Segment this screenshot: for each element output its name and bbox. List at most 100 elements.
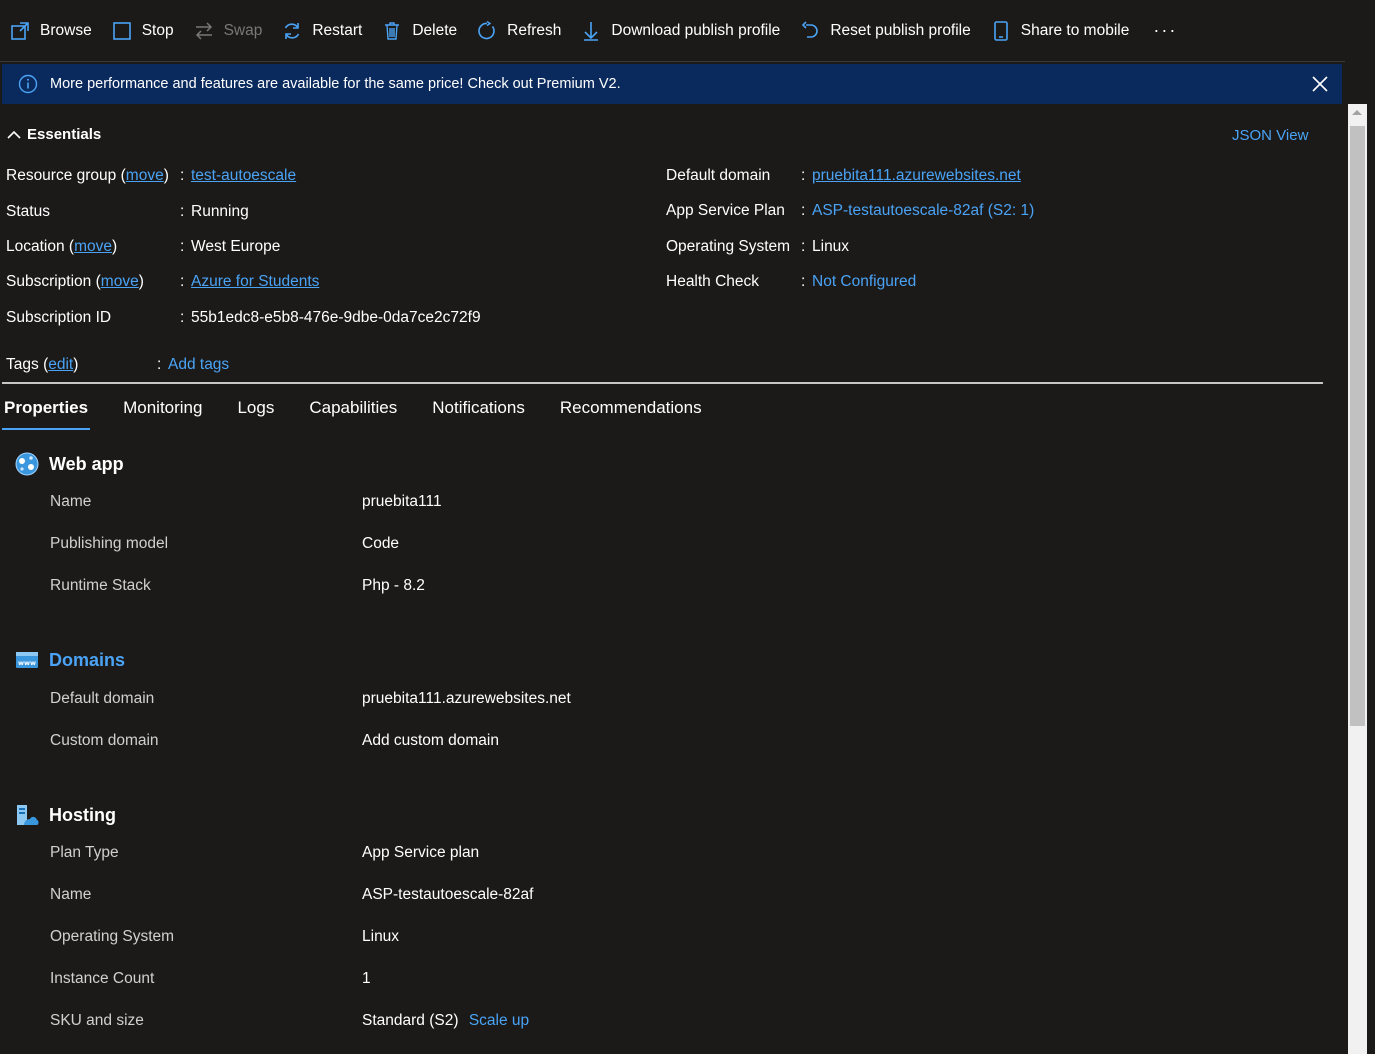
runtime-stack-label: Runtime Stack — [50, 577, 151, 594]
restart-button[interactable]: Restart — [282, 13, 362, 49]
health-check-label: Health Check — [666, 273, 760, 290]
tags-label-row: Tags (edit) — [6, 356, 78, 374]
custom-domain-label: Custom domain — [50, 732, 159, 749]
tab-logs[interactable]: Logs — [237, 398, 274, 430]
default-domain-prop-label: Default domain — [50, 690, 155, 707]
info-icon — [18, 74, 38, 94]
publishing-model-value: Code — [362, 535, 400, 552]
essentials-divider — [2, 382, 1323, 384]
trash-icon — [382, 21, 402, 41]
undo-icon — [800, 20, 820, 41]
runtime-stack-value: Php - 8.2 — [362, 577, 425, 594]
tab-properties[interactable]: Properties — [1, 398, 91, 430]
separator: : — [180, 309, 185, 326]
separator: : — [180, 167, 185, 184]
banner-message[interactable]: More performance and features are availa… — [50, 76, 621, 92]
chevron-up-icon — [6, 127, 22, 143]
default-domain-value[interactable]: pruebita111.azurewebsites.net — [812, 167, 1021, 185]
tags-edit-link[interactable]: edit — [48, 356, 73, 373]
app-service-plan-value[interactable]: ASP-testautoescale-82af (S2: 1) — [812, 202, 1034, 220]
tab-recommendations[interactable]: Recommendations — [560, 398, 702, 430]
more-options-button[interactable]: ··· — [1153, 20, 1177, 41]
tab-bar: Properties Monitoring Logs Capabilities … — [1, 398, 737, 430]
essentials-toggle[interactable]: Essentials — [6, 126, 101, 143]
location-label-row: Location (move) — [6, 238, 117, 256]
separator: : — [180, 273, 185, 290]
separator: : — [801, 202, 806, 219]
refresh-icon — [477, 20, 497, 41]
plan-name-link[interactable]: ASP-testautoescale-82af — [362, 886, 533, 904]
stop-button[interactable]: Stop — [112, 13, 174, 49]
restart-label: Restart — [312, 21, 363, 39]
webapp-section-header: Web app — [15, 452, 124, 476]
hosting-os-label: Operating System — [50, 928, 175, 945]
subscription-move-link[interactable]: move — [101, 273, 139, 290]
separator: : — [801, 167, 806, 184]
hosting-section-header: Hosting — [15, 803, 116, 827]
close-icon[interactable] — [1310, 74, 1330, 94]
share-to-mobile-button[interactable]: Share to mobile — [991, 13, 1129, 49]
webapp-icon — [15, 452, 39, 476]
separator: : — [180, 238, 185, 255]
sku-size-row: Standard (S2) Scale up — [362, 1012, 529, 1030]
refresh-label: Refresh — [507, 21, 562, 39]
swap-button[interactable]: Swap — [194, 13, 262, 49]
www-icon: www — [15, 648, 39, 672]
paren-close: ) — [112, 238, 118, 255]
hosting-icon — [15, 803, 39, 827]
hosting-title: Hosting — [49, 804, 116, 825]
sku-size-label: SKU and size — [50, 1012, 144, 1029]
default-domain-prop-value[interactable]: pruebita111.azurewebsites.net — [362, 690, 571, 708]
stop-label: Stop — [141, 21, 174, 39]
domains-title: Domains — [49, 649, 126, 670]
operating-system-label: Operating System — [666, 238, 791, 255]
domains-section-header[interactable]: www Domains — [15, 648, 125, 672]
refresh-button[interactable]: Refresh — [477, 13, 561, 49]
tab-capabilities[interactable]: Capabilities — [309, 398, 397, 430]
scroll-up-arrow-icon[interactable] — [1352, 110, 1362, 115]
reset-publish-profile-button[interactable]: Reset publish profile — [800, 13, 971, 49]
resource-group-label-row: Resource group (move) — [6, 167, 169, 185]
browse-button[interactable]: Browse — [10, 13, 92, 49]
resource-group-move-link[interactable]: move — [126, 167, 164, 184]
separator: : — [180, 203, 185, 220]
scrollbar-thumb[interactable] — [1350, 126, 1365, 726]
location-label: Location — [6, 238, 65, 255]
delete-label: Delete — [412, 21, 458, 39]
sku-size-value: Standard (S2) — [362, 1012, 459, 1029]
health-check-value[interactable]: Not Configured — [812, 273, 916, 291]
plan-name-label: Name — [50, 886, 92, 903]
tab-monitoring[interactable]: Monitoring — [123, 398, 202, 430]
restart-icon — [282, 21, 302, 41]
json-view-link[interactable]: JSON View — [1232, 127, 1308, 144]
hosting-os-value: Linux — [362, 928, 400, 945]
add-custom-domain-link[interactable]: Add custom domain — [362, 732, 499, 750]
open-external-icon — [10, 21, 30, 41]
tab-notifications[interactable]: Notifications — [432, 398, 525, 430]
subscription-label: Subscription — [6, 273, 92, 290]
paren-close: ) — [73, 356, 79, 373]
info-banner: More performance and features are availa… — [2, 64, 1342, 104]
subscription-label-row: Subscription (move) — [6, 273, 144, 291]
plan-type-label: Plan Type — [50, 844, 119, 861]
delete-button[interactable]: Delete — [382, 13, 457, 49]
separator: : — [801, 238, 806, 255]
add-tags-link[interactable]: Add tags — [168, 356, 229, 374]
subscription-value[interactable]: Azure for Students — [191, 273, 319, 291]
webapp-name-value: pruebita111 — [362, 493, 442, 510]
status-value: Running — [191, 203, 249, 220]
scale-up-link[interactable]: Scale up — [469, 1012, 529, 1029]
download-publish-profile-button[interactable]: Download publish profile — [581, 13, 780, 49]
subscription-id-label: Subscription ID — [6, 309, 112, 326]
reset-publish-profile-label: Reset publish profile — [830, 21, 971, 39]
download-icon — [581, 21, 601, 41]
app-service-plan-label: App Service Plan — [666, 202, 785, 219]
command-bar: Browse Stop Swap Restart Delete Refresh — [0, 0, 1345, 62]
location-move-link[interactable]: move — [74, 238, 112, 255]
stop-icon — [112, 21, 132, 41]
separator: : — [801, 273, 806, 290]
resource-group-value[interactable]: test-autoescale — [191, 167, 296, 185]
plan-type-value: App Service plan — [362, 844, 480, 861]
publishing-model-label: Publishing model — [50, 535, 169, 552]
mobile-icon — [991, 20, 1011, 41]
